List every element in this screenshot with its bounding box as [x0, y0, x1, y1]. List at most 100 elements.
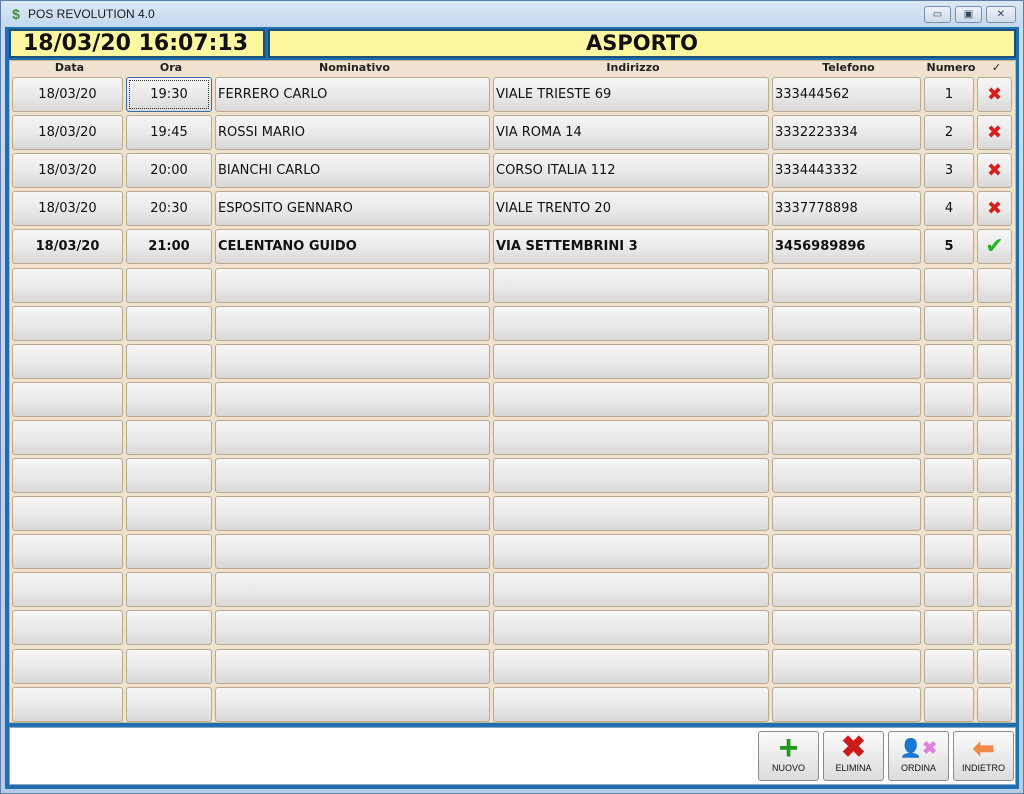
cell-indirizzo[interactable]	[493, 649, 769, 684]
cell-indirizzo[interactable]	[493, 268, 769, 303]
cell-telefono[interactable]: 3332223334	[772, 115, 921, 150]
cell-data[interactable]	[12, 496, 123, 531]
indietro-button[interactable]: ⬅ INDIETRO	[953, 731, 1014, 781]
cell-numero[interactable]	[924, 268, 974, 303]
cell-indirizzo[interactable]	[493, 382, 769, 417]
cell-indirizzo[interactable]	[493, 572, 769, 607]
cell-numero[interactable]: 2	[924, 115, 974, 150]
status-cell[interactable]: ✖	[977, 77, 1012, 112]
elimina-button[interactable]: ✖ ELIMINA	[823, 731, 884, 781]
cell-ora[interactable]	[126, 458, 212, 493]
cell-nominativo[interactable]	[215, 496, 490, 531]
cell-ora[interactable]	[126, 687, 212, 722]
cell-telefono[interactable]	[772, 268, 921, 303]
cell-data[interactable]	[12, 420, 123, 455]
cell-ora[interactable]	[126, 649, 212, 684]
status-cell[interactable]	[977, 268, 1012, 303]
cell-telefono[interactable]: 3334443332	[772, 153, 921, 188]
cell-indirizzo[interactable]	[493, 458, 769, 493]
cell-data[interactable]	[12, 344, 123, 379]
cell-telefono[interactable]	[772, 687, 921, 722]
cell-telefono[interactable]	[772, 344, 921, 379]
cell-numero[interactable]	[924, 344, 974, 379]
cell-ora[interactable]: 19:30	[126, 77, 212, 112]
cell-nominativo[interactable]: BIANCHI CARLO	[215, 153, 490, 188]
cell-nominativo[interactable]	[215, 344, 490, 379]
status-cell[interactable]	[977, 649, 1012, 684]
cell-telefono[interactable]	[772, 610, 921, 645]
cell-indirizzo[interactable]	[493, 306, 769, 341]
cell-data[interactable]	[12, 306, 123, 341]
status-cell[interactable]	[977, 458, 1012, 493]
cell-data[interactable]	[12, 687, 123, 722]
cell-telefono[interactable]	[772, 534, 921, 569]
cell-ora[interactable]	[126, 534, 212, 569]
cell-indirizzo[interactable]	[493, 610, 769, 645]
cell-indirizzo[interactable]	[493, 420, 769, 455]
cell-numero[interactable]: 1	[924, 77, 974, 112]
cell-indirizzo[interactable]	[493, 344, 769, 379]
cell-numero[interactable]	[924, 496, 974, 531]
cell-nominativo[interactable]: ESPOSITO GENNARO	[215, 191, 490, 226]
cell-numero[interactable]	[924, 572, 974, 607]
cell-ora[interactable]	[126, 344, 212, 379]
cell-data[interactable]: 18/03/20	[12, 77, 123, 112]
cell-indirizzo[interactable]: VIA SETTEMBRINI 3	[493, 229, 769, 264]
cell-telefono[interactable]	[772, 420, 921, 455]
cell-numero[interactable]: 4	[924, 191, 974, 226]
cell-numero[interactable]	[924, 534, 974, 569]
title-bar[interactable]: $ POS REVOLUTION 4.0 ▭ ▣ ✕	[1, 1, 1023, 27]
cell-telefono[interactable]: 3456989896	[772, 229, 921, 264]
cell-numero[interactable]	[924, 382, 974, 417]
cell-telefono[interactable]	[772, 458, 921, 493]
cell-indirizzo[interactable]	[493, 687, 769, 722]
cell-numero[interactable]	[924, 458, 974, 493]
cell-numero[interactable]	[924, 306, 974, 341]
cell-indirizzo[interactable]	[493, 496, 769, 531]
status-cell[interactable]	[977, 534, 1012, 569]
cell-data[interactable]	[12, 534, 123, 569]
cell-numero[interactable]: 5	[924, 229, 974, 264]
cell-indirizzo[interactable]: VIALE TRIESTE 69	[493, 77, 769, 112]
cell-nominativo[interactable]	[215, 687, 490, 722]
cell-numero[interactable]: 3	[924, 153, 974, 188]
cell-numero[interactable]	[924, 610, 974, 645]
status-cell[interactable]	[977, 687, 1012, 722]
cell-telefono[interactable]: 3337778898	[772, 191, 921, 226]
cell-indirizzo[interactable]: CORSO ITALIA 112	[493, 153, 769, 188]
status-cell[interactable]	[977, 420, 1012, 455]
cell-nominativo[interactable]: ROSSI MARIO	[215, 115, 490, 150]
status-cell[interactable]	[977, 344, 1012, 379]
cell-ora[interactable]	[126, 420, 212, 455]
cell-nominativo[interactable]	[215, 572, 490, 607]
cell-data[interactable]	[12, 572, 123, 607]
cell-data[interactable]: 18/03/20	[12, 191, 123, 226]
nuovo-button[interactable]: + NUOVO	[758, 731, 819, 781]
cell-indirizzo[interactable]	[493, 534, 769, 569]
cell-ora[interactable]: 20:30	[126, 191, 212, 226]
status-cell[interactable]	[977, 306, 1012, 341]
cell-nominativo[interactable]	[215, 306, 490, 341]
status-cell[interactable]: ✖	[977, 153, 1012, 188]
cell-telefono[interactable]	[772, 649, 921, 684]
cell-data[interactable]	[12, 610, 123, 645]
cell-ora[interactable]	[126, 572, 212, 607]
status-cell[interactable]	[977, 572, 1012, 607]
status-cell[interactable]	[977, 610, 1012, 645]
cell-nominativo[interactable]	[215, 420, 490, 455]
cell-ora[interactable]: 19:45	[126, 115, 212, 150]
cell-numero[interactable]	[924, 420, 974, 455]
cell-data[interactable]: 18/03/20	[12, 153, 123, 188]
cell-data[interactable]	[12, 382, 123, 417]
close-button[interactable]: ✕	[986, 6, 1016, 23]
minimize-button[interactable]: ▭	[924, 6, 951, 23]
cell-ora[interactable]	[126, 496, 212, 531]
cell-telefono[interactable]	[772, 306, 921, 341]
status-cell[interactable]: ✖	[977, 115, 1012, 150]
cell-data[interactable]	[12, 458, 123, 493]
restore-button[interactable]: ▣	[955, 6, 982, 23]
cell-ora[interactable]: 21:00	[126, 229, 212, 264]
cell-nominativo[interactable]	[215, 649, 490, 684]
cell-data[interactable]	[12, 268, 123, 303]
cell-ora[interactable]: 20:00	[126, 153, 212, 188]
